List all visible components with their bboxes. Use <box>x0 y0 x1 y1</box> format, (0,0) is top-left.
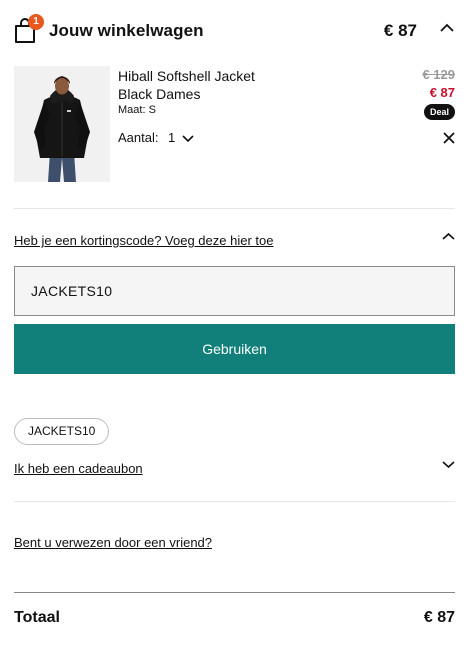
quantity-label: Aantal: <box>118 130 159 145</box>
remove-item-icon[interactable] <box>443 132 455 144</box>
original-price: € 129 <box>422 67 455 82</box>
product-image[interactable] <box>14 66 110 182</box>
total-label: Totaal <box>14 609 60 626</box>
sale-price: € 87 <box>429 85 455 100</box>
product-size: Maat: S <box>118 104 156 116</box>
total-divider <box>14 592 455 593</box>
divider <box>14 501 455 502</box>
discount-code-input[interactable]: JACKETS10 <box>14 266 455 316</box>
referral-link[interactable]: Bent u verwezen door een vriend? <box>14 535 212 550</box>
cart-header-total: € 87 <box>383 21 417 40</box>
cart-count-badge: 1 <box>28 14 44 30</box>
applied-code-chip[interactable]: JACKETS10 <box>14 418 110 445</box>
chevron-down-icon[interactable] <box>182 134 194 143</box>
discount-code-link[interactable]: Heb je een kortingscode? Voeg deze hier … <box>14 233 273 248</box>
cart-header[interactable]: 1 Jouw winkelwagen € 87 <box>14 14 455 48</box>
divider <box>14 208 455 209</box>
chevron-up-icon[interactable] <box>442 232 455 241</box>
chevron-up-icon[interactable] <box>439 22 455 34</box>
quantity-select[interactable]: 1 <box>168 130 175 145</box>
cart-title: Jouw winkelwagen <box>49 21 204 40</box>
gift-card-link[interactable]: Ik heb een cadeaubon <box>14 461 143 476</box>
product-name[interactable]: Hiball Softshell Jacket Black Dames <box>118 67 278 103</box>
apply-code-button[interactable]: Gebruiken <box>14 324 455 374</box>
cart-item: Hiball Softshell Jacket Black Dames Maat… <box>14 66 455 184</box>
deal-badge: Deal <box>423 104 455 120</box>
total-value: € 87 <box>423 609 455 626</box>
chevron-down-icon[interactable] <box>442 460 455 469</box>
